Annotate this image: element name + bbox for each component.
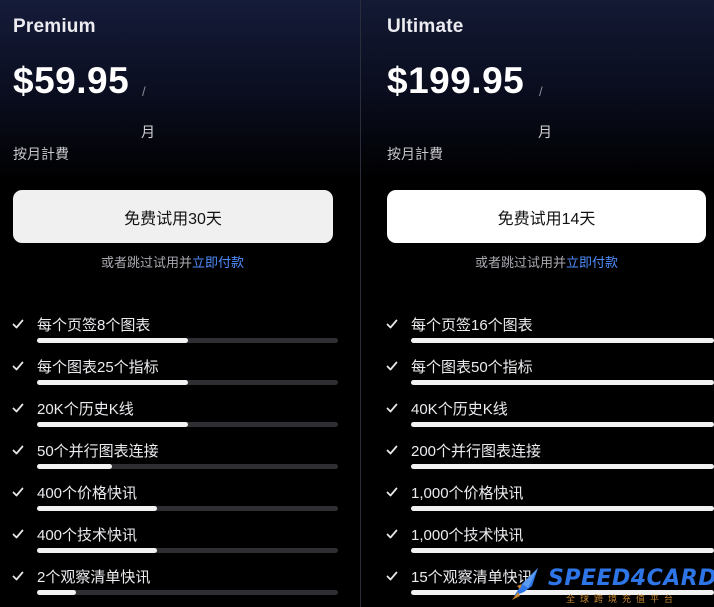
- feature-label: 400个价格快讯: [37, 485, 138, 502]
- feature-label: 200个并行图表连接: [411, 443, 542, 460]
- check-icon: [12, 444, 24, 456]
- feature-item: 400个价格快讯: [0, 482, 360, 514]
- feature-label: 1,000个价格快讯: [411, 485, 524, 502]
- feature-bar-fill: [37, 506, 158, 511]
- feature-bar-fill: [37, 422, 188, 427]
- rocket-logo-icon: [512, 568, 538, 600]
- plan-price: $59.95: [13, 60, 130, 101]
- check-icon: [386, 402, 398, 414]
- check-icon: [12, 318, 24, 330]
- feature-bar-fill: [411, 548, 714, 553]
- feature-bar-track: [37, 590, 338, 595]
- skip-trial-line: 或者跳过试用并立即付款: [475, 252, 618, 271]
- feature-item: 50个并行图表连接: [0, 440, 360, 472]
- feature-label: 2个观察清单快讯: [37, 569, 151, 586]
- feature-item: 每个图表25个指标: [0, 356, 360, 388]
- feature-item: 1,000个技术快讯: [361, 524, 714, 556]
- feature-label: 400个技术快讯: [37, 527, 138, 544]
- plan-card-ultimate: Ultimate $199.95 / 月 按月計費 免费试用14天 或者跳过试用…: [361, 0, 714, 607]
- watermark-brand: SPEED4CARD: [548, 566, 714, 591]
- feature-bar-fill: [37, 464, 113, 469]
- feature-bar-fill: [37, 548, 158, 553]
- feature-label: 每个图表25个指标: [37, 359, 159, 376]
- pay-now-link[interactable]: 立即付款: [566, 255, 618, 270]
- billing-cycle: 按月計費: [387, 146, 443, 162]
- plan-name: Ultimate: [387, 16, 464, 37]
- feature-bar-fill: [411, 338, 714, 343]
- price-slash: /: [142, 84, 146, 99]
- feature-label: 50个并行图表连接: [37, 443, 159, 460]
- feature-bar-track: [411, 548, 714, 553]
- feature-bar-track: [411, 506, 714, 511]
- check-icon: [12, 402, 24, 414]
- price-period: 月: [538, 124, 552, 140]
- feature-label: 每个页签8个图表: [37, 317, 151, 334]
- price-period: 月: [141, 124, 155, 140]
- price-slash: /: [539, 84, 543, 99]
- feature-item: 40K个历史K线: [361, 398, 714, 430]
- feature-bar-track: [411, 338, 714, 343]
- check-icon: [386, 486, 398, 498]
- check-icon: [386, 360, 398, 372]
- watermark-tagline: 全球跨境充值平台: [566, 594, 679, 604]
- feature-bar-fill: [411, 422, 714, 427]
- feature-bar-track: [37, 506, 338, 511]
- feature-item: 1,000个价格快讯: [361, 482, 714, 514]
- check-icon: [386, 444, 398, 456]
- feature-bar-fill: [37, 590, 77, 595]
- feature-bar-fill: [37, 380, 188, 385]
- feature-item: 每个图表50个指标: [361, 356, 714, 388]
- feature-item: 每个页签8个图表: [0, 314, 360, 346]
- feature-bar-fill: [411, 464, 714, 469]
- feature-label: 每个页签16个图表: [411, 317, 533, 334]
- plan-name: Premium: [13, 16, 96, 37]
- feature-label: 40K个历史K线: [411, 401, 508, 418]
- feature-bar-track: [37, 380, 338, 385]
- free-trial-button[interactable]: 免费试用14天: [387, 190, 706, 243]
- check-icon: [12, 528, 24, 540]
- check-icon: [386, 528, 398, 540]
- feature-bar-fill: [411, 380, 714, 385]
- feature-item: 200个并行图表连接: [361, 440, 714, 472]
- free-trial-button[interactable]: 免费试用30天: [13, 190, 333, 243]
- feature-label: 1,000个技术快讯: [411, 527, 524, 544]
- skip-trial-text: 或者跳过试用并: [475, 255, 567, 270]
- feature-bar-fill: [411, 506, 714, 511]
- pay-now-link[interactable]: 立即付款: [192, 255, 244, 270]
- feature-bar-track: [37, 338, 338, 343]
- feature-bar-track: [411, 422, 714, 427]
- skip-trial-text: 或者跳过试用并: [101, 255, 193, 270]
- feature-bar-track: [37, 548, 338, 553]
- feature-item: 20K个历史K线: [0, 398, 360, 430]
- feature-bar-fill: [37, 338, 188, 343]
- feature-bar-track: [37, 422, 338, 427]
- check-icon: [386, 318, 398, 330]
- check-icon: [12, 360, 24, 372]
- feature-bar-track: [37, 464, 338, 469]
- feature-label: 每个图表50个指标: [411, 359, 533, 376]
- feature-label: 20K个历史K线: [37, 401, 134, 418]
- feature-item: 400个技术快讯: [0, 524, 360, 556]
- plan-card-premium: Premium $59.95 / 月 按月計費 免费试用30天 或者跳过试用并立…: [0, 0, 360, 607]
- check-icon: [12, 570, 24, 582]
- skip-trial-line: 或者跳过试用并立即付款: [101, 252, 244, 271]
- billing-cycle: 按月計費: [13, 146, 69, 162]
- feature-bar-track: [411, 380, 714, 385]
- check-icon: [386, 570, 398, 582]
- feature-item: 每个页签16个图表: [361, 314, 714, 346]
- speed4card-watermark: SPEED4CARD 全球跨境充值平台: [508, 562, 714, 607]
- feature-item: 2个观察清单快讯: [0, 566, 360, 598]
- feature-bar-track: [411, 464, 714, 469]
- check-icon: [12, 486, 24, 498]
- plan-price: $199.95: [387, 60, 525, 101]
